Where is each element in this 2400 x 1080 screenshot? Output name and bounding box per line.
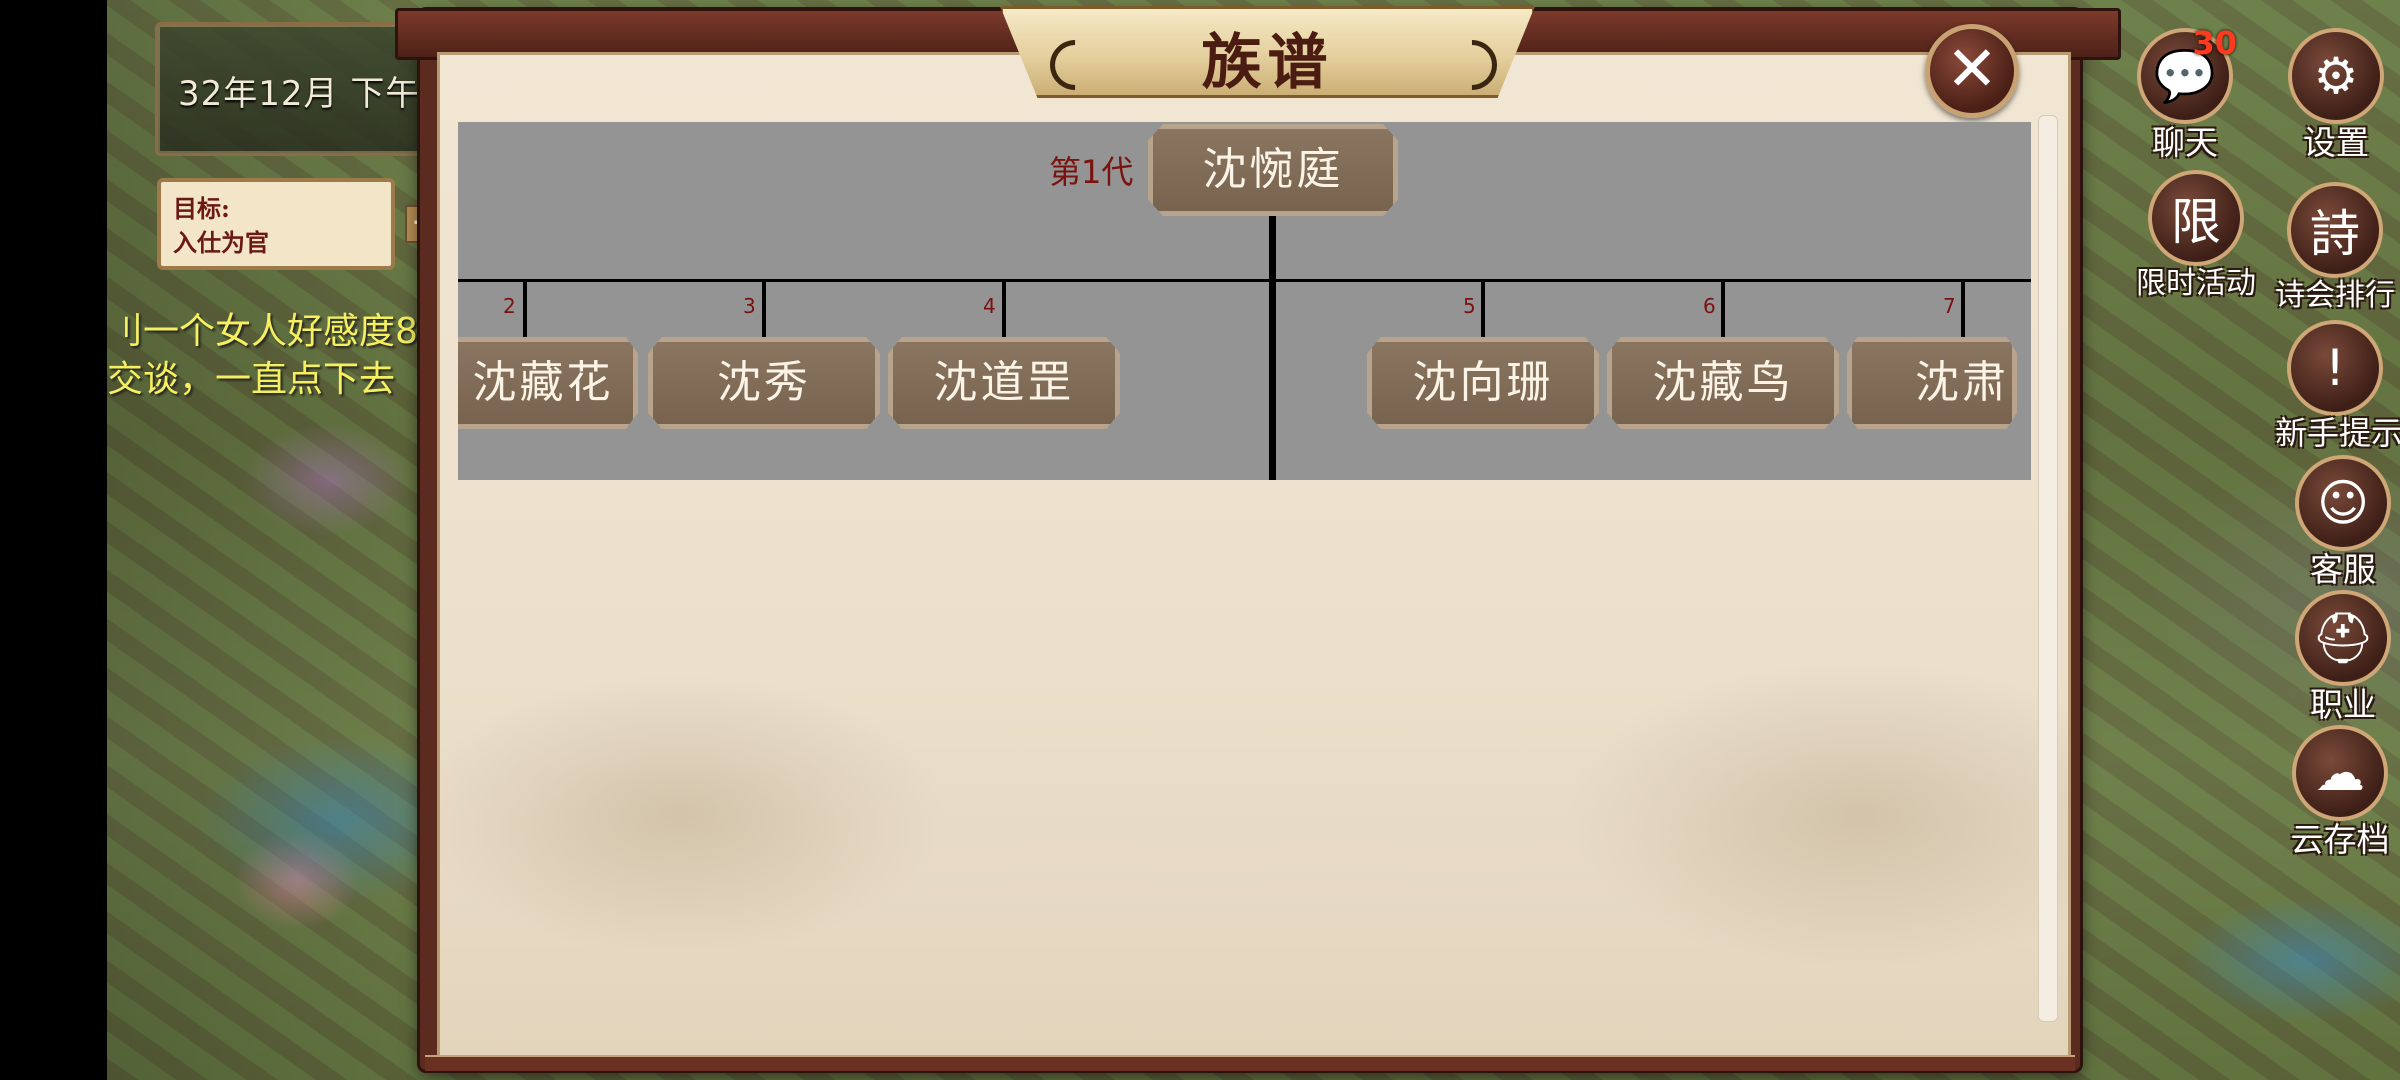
sibling-connector-line <box>458 279 2031 282</box>
cloud-save-label: 云存档 <box>2290 820 2390 859</box>
settings-label: 设置 <box>2303 123 2369 162</box>
exclamation-scroll-icon: ! <box>2287 320 2383 416</box>
gear-icon: ⚙ <box>2288 28 2384 124</box>
poem-icon: 詩 <box>2287 182 2383 278</box>
newbie-tips-label: 新手提示 <box>2275 414 2400 452</box>
child-number: 7 <box>1943 294 1956 318</box>
poetry-rank-button[interactable]: 詩 诗会排行 <box>2275 182 2395 314</box>
career-button[interactable]: ⛑ 职业 <box>2283 590 2400 726</box>
child-number: 3 <box>743 294 756 318</box>
chat-button[interactable]: 💬 30 聊天 <box>2125 24 2245 164</box>
newbie-tips-button[interactable]: ! 新手提示 <box>2275 320 2400 454</box>
cloud-upload-icon: ☁ <box>2292 725 2388 821</box>
game-date: 32年12月 下午 <box>178 74 421 114</box>
root-name-plate[interactable]: 沈惋庭 <box>1148 124 1398 216</box>
settings-button[interactable]: ⚙ 设置 <box>2276 28 2396 164</box>
generation-label: 第1代 <box>1049 153 1134 191</box>
career-label: 职业 <box>2310 685 2376 724</box>
map-shade <box>107 0 437 1080</box>
child-drop-line <box>523 279 527 339</box>
child-drop-line <box>1481 279 1485 339</box>
child-drop-line <box>762 279 766 339</box>
child-name-plate[interactable]: 沈秀 <box>648 337 880 429</box>
child-number: 4 <box>983 294 996 318</box>
customer-service-label: 客服 <box>2310 550 2376 589</box>
chat-unread-badge: 30 <box>2192 24 2237 62</box>
child-number: 5 <box>1463 294 1476 318</box>
goal-text: 入仕为官 <box>173 228 269 257</box>
limited-icon: 限 <box>2148 170 2244 266</box>
cloud-save-button[interactable]: ☁ 云存档 <box>2280 725 2400 861</box>
goal-label: 目标: <box>173 194 230 223</box>
close-button[interactable]: ✕ <box>1925 24 2019 118</box>
dialog-title: 族谱 <box>1201 28 1334 98</box>
goal-panel[interactable]: 目标: 入仕为官 <box>157 178 395 270</box>
child-name-plate[interactable]: 沈道罡 <box>888 337 1120 429</box>
hint-text-line2: 交谈，一直点下去 <box>107 359 396 400</box>
limited-event-button[interactable]: 限 限时活动 <box>2136 170 2256 302</box>
child-name-plate[interactable]: 沈藏鸟 <box>1607 337 1839 429</box>
chat-label: 聊天 <box>2152 123 2218 162</box>
child-number: 2 <box>503 294 516 318</box>
limited-event-label: 限时活动 <box>2136 266 2256 301</box>
close-icon: ✕ <box>1946 32 1998 105</box>
vertical-scrollbar[interactable] <box>2038 115 2058 1022</box>
child-name-plate[interactable]: 沈藏花 <box>458 337 638 429</box>
child-drop-line <box>1961 279 1965 339</box>
customer-service-button[interactable]: ☺ 客服 <box>2283 455 2400 591</box>
child-name-plate[interactable]: 沈向珊 <box>1367 337 1599 429</box>
poetry-rank-label: 诗会排行 <box>2275 278 2395 313</box>
child-drop-line <box>1721 279 1725 339</box>
hint-text-line1: 刂一个女人好感度8 <box>107 311 418 352</box>
headset-person-icon: ☺ <box>2295 455 2391 551</box>
child-name-plate[interactable]: 沈肃 <box>1847 337 2017 429</box>
child-drop-line <box>1002 279 1006 339</box>
child-number: 6 <box>1703 294 1716 318</box>
root-trunk-line <box>1269 214 1276 480</box>
dialog-bottom-border <box>425 1055 2075 1071</box>
helmet-icon: ⛑ <box>2295 590 2391 686</box>
